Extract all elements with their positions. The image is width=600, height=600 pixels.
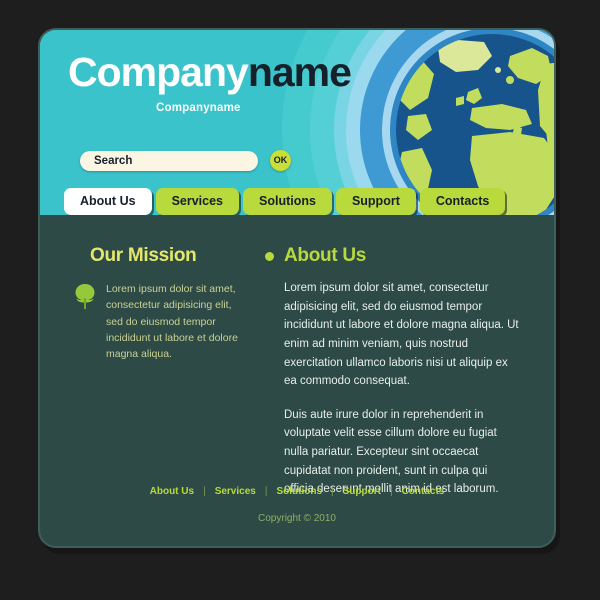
about-paragraph: Lorem ipsum dolor sit amet, consectetur … xyxy=(284,282,519,388)
mission-body: Lorem ipsum dolor sit amet, consectetur … xyxy=(74,281,239,362)
about-heading-text: About Us xyxy=(284,245,367,266)
footer-link-contacts[interactable]: Contacts xyxy=(402,486,445,497)
mission-heading: Our Mission xyxy=(90,245,197,266)
tree-icon xyxy=(75,284,95,309)
footer-separator: | xyxy=(203,486,206,497)
main-navigation: About Us Services Solutions Support Cont… xyxy=(40,188,554,215)
about-paragraph: Duis aute irure dolor in reprehenderit i… xyxy=(284,408,499,496)
bullet-icon xyxy=(265,251,274,261)
footer-link-services[interactable]: Services xyxy=(215,486,256,497)
footer-link-solutions[interactable]: Solutions xyxy=(276,486,322,497)
brand-title: Companyname xyxy=(68,49,352,95)
footer-link-about-us[interactable]: About Us xyxy=(150,486,194,497)
about-column: About Us Lorem ipsum dolor sit amet, con… xyxy=(265,245,520,499)
footer-separator: | xyxy=(264,486,268,497)
content-area: Our Mission Lorem ipsum dolor sit amet, … xyxy=(40,215,554,546)
nav-item-about-us[interactable]: About Us xyxy=(64,188,152,215)
nav-item-contacts[interactable]: Contacts xyxy=(419,188,506,215)
about-body: Lorem ipsum dolor sit amet, consectetur … xyxy=(265,279,520,499)
about-heading: About Us xyxy=(265,245,520,267)
brand-title-part2: name xyxy=(247,49,352,95)
search-bar: OK xyxy=(80,150,291,171)
search-input[interactable] xyxy=(80,150,258,171)
content-columns: Our Mission Lorem ipsum dolor sit amet, … xyxy=(74,245,520,499)
footer-separator: | xyxy=(331,486,334,497)
mission-column: Our Mission Lorem ipsum dolor sit amet, … xyxy=(74,245,239,499)
footer-separator: | xyxy=(389,486,393,497)
footer-navigation: About Us | Services | Solutions | Suppor… xyxy=(40,486,554,497)
footer-link-support[interactable]: Support xyxy=(343,486,381,497)
nav-item-solutions[interactable]: Solutions xyxy=(243,188,332,215)
mission-text: Lorem ipsum dolor sit amet, consectetur … xyxy=(106,283,238,361)
site-header: Companyname Companyname OK About Us Serv… xyxy=(40,30,554,215)
brand-title-part1: Company xyxy=(68,49,249,95)
nav-item-services[interactable]: Services xyxy=(155,188,239,215)
nav-item-support[interactable]: Support xyxy=(335,188,416,215)
page-root: Companyname Companyname OK About Us Serv… xyxy=(0,0,600,600)
site-footer: About Us | Services | Solutions | Suppor… xyxy=(40,486,554,524)
search-submit-button[interactable]: OK xyxy=(270,150,291,171)
copyright-text: Copyright © 2010 xyxy=(258,513,336,524)
brand-subtitle: Companyname xyxy=(156,102,241,114)
site-card: Companyname Companyname OK About Us Serv… xyxy=(38,28,556,548)
